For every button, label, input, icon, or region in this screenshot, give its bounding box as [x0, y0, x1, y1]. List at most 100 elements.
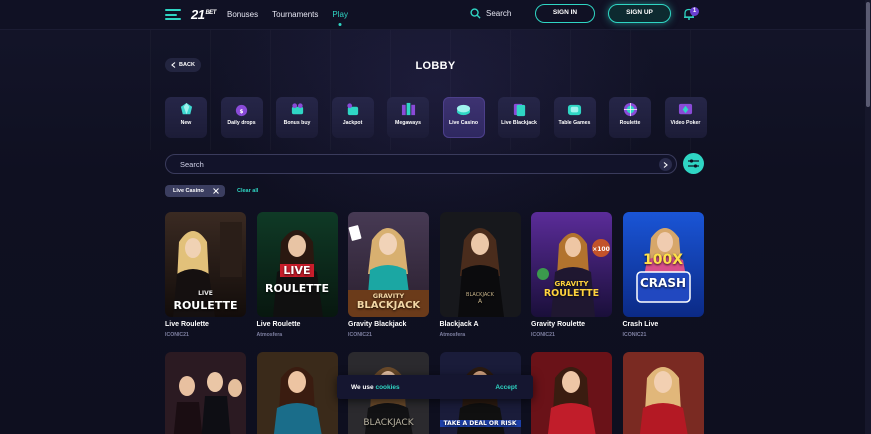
cookie-text: We use cookies — [351, 384, 400, 391]
dealer-image — [622, 352, 704, 434]
game-grid: LIVE ROULETTE Live Roulette ICONIC21 LIV… — [165, 212, 704, 339]
cookies-link[interactable]: cookies — [375, 384, 399, 391]
game-provider: ICONIC21 — [348, 332, 372, 338]
close-icon[interactable] — [213, 188, 219, 194]
category-daily-drops[interactable]: $ Daily drops — [220, 97, 263, 138]
game-card[interactable]: BLACKJACK A Blackjack A Atmosfera — [439, 212, 521, 339]
header-search-label: Search — [486, 9, 512, 18]
drops-icon: $ — [235, 104, 248, 117]
header-search-button[interactable]: Search — [470, 8, 511, 19]
active-filter-chip[interactable]: Live Casino — [165, 185, 225, 197]
cookie-banner: We use cookies Accept — [337, 375, 533, 399]
nav-bonuses[interactable]: Bonuses — [227, 10, 258, 19]
page-scrollbar[interactable] — [865, 0, 871, 434]
category-live-casino[interactable]: Live Casino — [442, 97, 485, 138]
category-roulette[interactable]: Roulette — [609, 97, 651, 138]
game-thumbnail[interactable] — [256, 352, 338, 434]
game-provider: ICONIC21 — [531, 332, 555, 338]
dealer-image — [256, 352, 338, 434]
filter-button[interactable] — [683, 153, 704, 174]
roulette-icon — [623, 102, 637, 117]
nav-play[interactable]: Play — [332, 10, 348, 19]
chip-icon — [456, 104, 471, 116]
game-thumbnail[interactable]: LIVE ROULETTE — [256, 212, 338, 317]
thumb-title: BLACKJACK — [363, 418, 414, 428]
game-thumbnail[interactable]: GRAVITY BLACKJACK — [348, 212, 429, 317]
game-title[interactable]: Gravity Blackjack — [348, 321, 429, 330]
main-nav: Bonuses Tournaments Play — [227, 10, 348, 19]
svg-text:×100: ×100 — [592, 246, 610, 253]
game-title[interactable]: Live Roulette — [165, 321, 246, 330]
thumb-title: CRASH — [639, 276, 687, 290]
page-title: LOBBY — [415, 60, 456, 72]
thumb-subtitle: 100X — [642, 252, 684, 268]
game-card[interactable]: LIVE ROULETTE Live Roulette Atmosfera — [256, 212, 338, 339]
category-table-games[interactable]: Table Games — [553, 97, 596, 138]
thumb-title: BLACKJACK — [356, 300, 421, 311]
category-new[interactable]: New — [165, 97, 207, 138]
game-card[interactable]: LIVE ROULETTE Live Roulette ICONIC21 — [165, 212, 246, 339]
thumb-title: ROULETTE — [173, 299, 238, 312]
category-bar: New $ Daily drops Bonus buy Jackpot Mega… — [165, 97, 707, 138]
sign-in-button[interactable]: SIGN IN — [535, 4, 595, 23]
search-icon — [470, 8, 481, 19]
game-provider: ICONIC21 — [165, 332, 189, 338]
top-header: 21BET Bonuses Tournaments Play Search SI… — [0, 0, 871, 30]
game-thumbnail[interactable]: ×100 GRAVITY ROULETTE — [531, 212, 612, 317]
brand-logo[interactable]: 21BET — [191, 7, 216, 22]
category-jackpot[interactable]: Jackpot — [331, 97, 374, 138]
game-thumbnail[interactable]: 100X CRASH — [622, 212, 704, 317]
jackpot-icon — [347, 103, 359, 116]
game-title[interactable]: Gravity Roulette — [531, 321, 612, 330]
thumb-subtitle: GRAVITY — [554, 280, 589, 288]
thumb-subtitle: GRAVITY — [372, 292, 405, 300]
megaways-icon — [401, 102, 415, 116]
poker-icon — [678, 103, 693, 115]
search-submit-button[interactable] — [659, 158, 672, 171]
accept-cookies-button[interactable]: Accept — [495, 384, 517, 391]
category-live-blackjack[interactable]: Live Blackjack — [498, 97, 540, 138]
nav-tournaments[interactable]: Tournaments — [272, 10, 318, 19]
svg-text:$: $ — [240, 109, 244, 115]
menu-icon[interactable] — [165, 9, 181, 20]
category-bonus-buy[interactable]: Bonus buy — [276, 97, 318, 138]
thumb-subtitle: LIVE — [198, 290, 213, 297]
sign-up-button[interactable]: SIGN UP — [608, 4, 671, 23]
gem-icon — [180, 102, 192, 115]
game-thumbnail[interactable] — [531, 352, 612, 434]
category-video-poker[interactable]: Video Poker — [664, 97, 707, 138]
game-thumbnail[interactable]: LIVE ROULETTE — [165, 212, 246, 317]
game-card[interactable]: ×100 GRAVITY ROULETTE Gravity Roulette I… — [531, 212, 612, 339]
scrollbar-thumb[interactable] — [866, 2, 870, 107]
game-search — [165, 154, 677, 174]
thumb-title: ROULETTE — [543, 288, 600, 299]
thumb-title: ROULETTE — [264, 282, 330, 295]
chevron-right-icon — [663, 161, 668, 168]
dealer-image: ×100 — [531, 212, 612, 317]
category-megaways[interactable]: Megaways — [387, 97, 429, 138]
game-thumbnail[interactable] — [622, 352, 704, 434]
thumb-title: A — [477, 298, 483, 305]
game-provider: Atmosfera — [439, 332, 466, 338]
cards-icon — [513, 103, 525, 117]
cart-icon — [291, 103, 303, 115]
dealer-image — [165, 352, 246, 434]
game-thumbnail[interactable]: BLACKJACK A — [439, 212, 521, 317]
game-card[interactable]: 100X CRASH Crash Live ICONIC21 — [622, 212, 704, 339]
dealer-image — [531, 352, 612, 434]
game-thumbnail[interactable] — [165, 352, 246, 434]
table-icon — [567, 104, 582, 116]
game-provider: Atmosfera — [256, 332, 283, 338]
game-card[interactable]: GRAVITY BLACKJACK Gravity Blackjack ICON… — [348, 212, 429, 339]
game-provider: ICONIC21 — [622, 332, 647, 338]
thumb-subtitle: LIVE — [257, 264, 338, 277]
active-filter-label: Live Casino — [173, 188, 204, 194]
game-title[interactable]: Live Roulette — [257, 321, 338, 330]
game-search-input[interactable] — [180, 158, 650, 171]
game-title[interactable]: Crash Live — [623, 321, 704, 330]
thumb-title: TAKE A DEAL OR RISK — [439, 420, 521, 427]
clear-all-link[interactable]: Clear all — [237, 188, 258, 194]
game-title[interactable]: Blackjack A — [440, 321, 521, 330]
sliders-icon — [688, 159, 699, 168]
notification-badge: 1 — [690, 7, 699, 16]
